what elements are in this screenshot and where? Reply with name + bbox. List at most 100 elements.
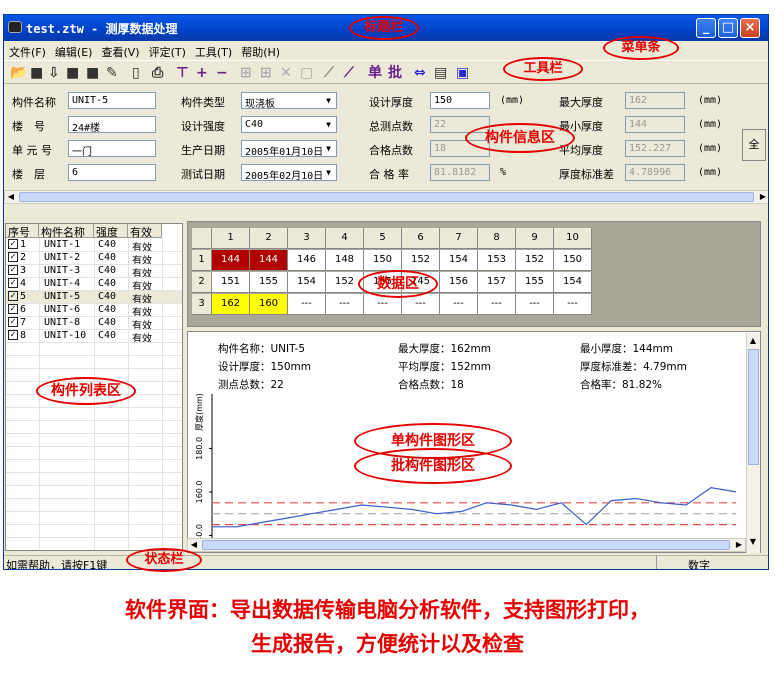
delete-icon[interactable]: ✕ [280, 65, 292, 81]
info-horizontal-scrollbar[interactable]: ◀ ▶ [4, 190, 768, 204]
line-chart-icon[interactable]: ⟋ [324, 65, 334, 81]
floor-field[interactable]: 6 [68, 164, 156, 181]
scroll-thumb[interactable] [19, 192, 754, 202]
grid-cell[interactable]: 154 [440, 250, 478, 271]
grid-cell[interactable]: 155 [250, 272, 288, 293]
grid-cell[interactable]: 150 [554, 250, 592, 271]
print-icon[interactable]: ⎙ [152, 65, 163, 81]
window-icon[interactable]: ▣ [456, 65, 469, 81]
scroll-left-icon[interactable]: ◀ [188, 539, 200, 551]
scroll-left-icon[interactable]: ◀ [5, 191, 17, 203]
valid-checkbox[interactable]: ✓ [8, 330, 18, 340]
multi-chart-icon[interactable]: ⟋ [344, 65, 354, 81]
single-button[interactable]: 单 [368, 65, 382, 81]
grid-cell[interactable]: 152 [402, 250, 440, 271]
export-icon[interactable]: ■ [86, 65, 99, 81]
valid-checkbox[interactable]: ✓ [8, 239, 18, 249]
remove-icon[interactable]: − [216, 65, 228, 81]
insert-col-icon[interactable]: ⊞ [260, 65, 272, 81]
save-all-icon[interactable]: ■ [66, 65, 79, 81]
grid-cell[interactable]: 154 [288, 272, 326, 293]
vscroll-thumb[interactable] [748, 349, 759, 465]
grid-cell[interactable]: 156 [440, 272, 478, 293]
list-item[interactable]: ✓ 1 UNIT-1 C40 有效 [6, 238, 182, 254]
close-button[interactable]: × [740, 18, 760, 38]
grid-cell[interactable]: --- [516, 294, 554, 315]
grid-cell[interactable]: --- [326, 294, 364, 315]
grid-cell[interactable]: 154 [554, 272, 592, 293]
grid-cell[interactable]: --- [554, 294, 592, 315]
grid-cell[interactable]: 144 [212, 250, 250, 271]
grid-cell[interactable]: 155 [516, 272, 554, 293]
design-thickness-field[interactable]: 150 [430, 92, 490, 109]
valid-checkbox[interactable]: ✓ [8, 265, 18, 275]
strength-select[interactable]: C40 ▼ [241, 116, 337, 133]
scroll-thumb[interactable] [202, 540, 730, 550]
menu-edit[interactable]: 编辑(E) [50, 41, 97, 60]
unit-field[interactable]: 一门 [68, 140, 156, 157]
minimize-button[interactable]: _ [696, 18, 716, 38]
insert-row-icon[interactable]: ⊞ [240, 65, 252, 81]
chevron-down-icon[interactable]: ▼ [322, 118, 335, 131]
grid-cell[interactable]: 153 [478, 250, 516, 271]
col-valid-header[interactable]: 有效 [128, 224, 162, 239]
menu-help[interactable]: 帮助(H) [236, 41, 284, 60]
valid-checkbox[interactable]: ✓ [8, 291, 18, 301]
preview-icon[interactable]: ▯ [132, 65, 140, 81]
open-icon[interactable]: 📂 [10, 65, 27, 81]
grid-cell[interactable]: 148 [326, 250, 364, 271]
valid-checkbox[interactable]: ✓ [8, 304, 18, 314]
list-item[interactable]: ✓ 5 UNIT-5 C40 有效 [6, 290, 182, 306]
list-item[interactable]: ✓ 2 UNIT-2 C40 有效 [6, 251, 182, 267]
test-date-picker[interactable]: 2005年02月10日 ▼ [241, 164, 337, 181]
save-icon[interactable]: ■ [30, 65, 43, 81]
grid-cell[interactable]: 150 [364, 250, 402, 271]
valid-checkbox[interactable]: ✓ [8, 252, 18, 262]
grid-cell[interactable]: 157 [478, 272, 516, 293]
list-item[interactable]: ✓ 8 UNIT-10 C40 有效 [6, 329, 182, 345]
list-item[interactable]: ✓ 4 UNIT-4 C40 有效 [6, 277, 182, 293]
copy-icon[interactable]: ▢ [300, 65, 313, 81]
scroll-up-icon[interactable]: ▲ [747, 335, 759, 347]
grid-cell[interactable]: 160 [250, 294, 288, 315]
grid-cell[interactable]: 162 [212, 294, 250, 315]
grid-cell[interactable]: --- [478, 294, 516, 315]
valid-checkbox[interactable]: ✓ [8, 278, 18, 288]
valid-checkbox[interactable]: ✓ [8, 317, 18, 327]
maximize-button[interactable]: □ [718, 18, 738, 38]
import-icon[interactable]: ⇩ [48, 65, 60, 81]
transfer-icon[interactable]: ⇔ [414, 65, 426, 81]
batch-button[interactable]: 批 [388, 65, 402, 81]
grid-cell[interactable]: 151 [212, 272, 250, 293]
chart-horizontal-scrollbar[interactable]: ◀ ▶ [187, 538, 746, 552]
grid-cell[interactable]: 152 [516, 250, 554, 271]
text-icon[interactable]: ⊤ [176, 65, 189, 81]
calculator-icon[interactable]: ▤ [434, 65, 447, 81]
prod-date-picker[interactable]: 2005年01月10日 ▼ [241, 140, 337, 157]
side-button[interactable]: 全 [742, 129, 766, 161]
col-strength-header[interactable]: 强度 [94, 224, 128, 239]
menu-file[interactable]: 文件(F) [4, 41, 50, 60]
scroll-right-icon[interactable]: ▶ [733, 539, 745, 551]
type-select[interactable]: 现浇板 ▼ [241, 92, 337, 109]
list-item[interactable]: ✓ 3 UNIT-3 C40 有效 [6, 264, 182, 280]
scroll-right-icon[interactable]: ▶ [757, 191, 768, 203]
col-name-header[interactable]: 构件名称 [39, 224, 94, 239]
building-field[interactable]: 24#楼 [68, 116, 156, 133]
grid-cell[interactable]: --- [288, 294, 326, 315]
menu-tools[interactable]: 工具(T) [190, 41, 236, 60]
chart-vertical-scrollbar[interactable]: ▲ ▼ [746, 333, 760, 553]
add-icon[interactable]: + [196, 65, 208, 81]
chevron-down-icon[interactable]: ▼ [322, 94, 335, 107]
chevron-down-icon[interactable]: ▼ [322, 142, 335, 155]
chevron-down-icon[interactable]: ▼ [322, 166, 335, 179]
grid-cell[interactable]: --- [440, 294, 478, 315]
list-item[interactable]: ✓ 6 UNIT-6 C40 有效 [6, 303, 182, 319]
menu-evaluate[interactable]: 评定(T) [144, 41, 190, 60]
list-item[interactable]: ✓ 7 UNIT-8 C40 有效 [6, 316, 182, 332]
grid-cell[interactable]: 144 [250, 250, 288, 271]
col-index-header[interactable]: 序号 [6, 224, 39, 239]
settings-icon[interactable]: ✎ [106, 65, 118, 81]
menu-view[interactable]: 查看(V) [96, 41, 143, 60]
grid-cell[interactable]: 146 [288, 250, 326, 271]
